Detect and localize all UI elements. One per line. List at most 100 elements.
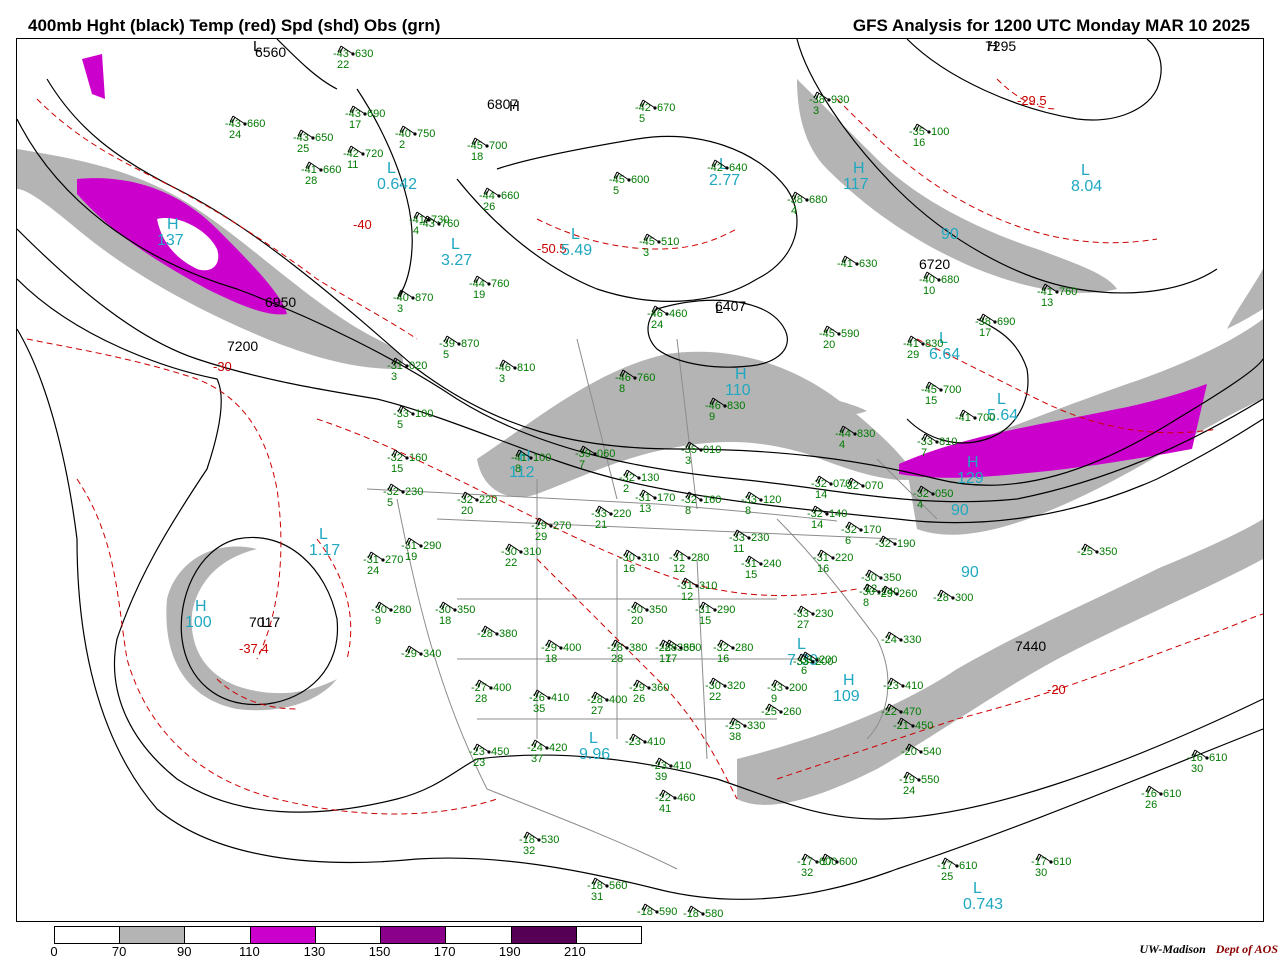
obs-height: 600 xyxy=(839,856,857,868)
obs-dewpoint-depression: 7 xyxy=(921,447,927,459)
obs-dewpoint-depression: 19 xyxy=(473,289,485,301)
temperature-contour-label: -30 xyxy=(213,359,232,374)
obs-height: 400 xyxy=(493,682,511,694)
obs-dewpoint-depression: 11 xyxy=(347,159,358,171)
station-observation: -18 590 xyxy=(637,903,677,918)
obs-dewpoint-depression: 20 xyxy=(461,505,473,517)
obs-height: 750 xyxy=(417,128,435,140)
obs-dewpoint-depression: 30 xyxy=(1035,867,1047,879)
colorbar-tick-label: 0 xyxy=(50,944,58,959)
station-observation: -33 23011 xyxy=(729,529,769,555)
station-observation: -28 40027 xyxy=(587,691,627,717)
obs-height: 690 xyxy=(367,108,385,120)
obs-height: 630 xyxy=(355,48,373,60)
obs-height: 610 xyxy=(1209,752,1227,764)
obs-dewpoint-depression: 5 xyxy=(613,185,619,197)
obs-height: 230 xyxy=(751,532,769,544)
obs-dewpoint-depression: 11 xyxy=(733,543,744,555)
obs-dewpoint-depression: 28 xyxy=(305,175,317,187)
obs-dewpoint-depression: 15 xyxy=(699,615,711,627)
obs-height: 020 xyxy=(409,360,427,372)
obs-height: 460 xyxy=(669,308,687,320)
obs-dewpoint-depression: 24 xyxy=(903,785,915,797)
speed-center-letter: L xyxy=(319,526,328,543)
obs-height: 410 xyxy=(647,736,665,748)
obs-dewpoint-depression: 7 xyxy=(579,459,585,471)
obs-dewpoint-depression: 8 xyxy=(685,505,691,517)
obs-height: 330 xyxy=(747,720,765,732)
obs-height: 160 xyxy=(409,452,427,464)
station-observation: -17 61025 xyxy=(937,857,977,883)
colorbar-segment xyxy=(250,927,316,943)
station-observation: -30 31016 xyxy=(619,549,659,575)
speed-center-letter: H xyxy=(195,598,207,615)
speed-center-value: 2.77 xyxy=(709,172,740,189)
obs-height: 410 xyxy=(673,760,691,772)
obs-height: 410 xyxy=(905,680,923,692)
obs-height: 720 xyxy=(365,148,383,160)
pressure-center-letter: L xyxy=(715,300,723,317)
station-observation: -29 27029 xyxy=(531,517,571,543)
speed-center-letter: L xyxy=(589,730,598,747)
obs-height: 140 xyxy=(829,508,847,520)
colorbar-segment xyxy=(185,927,251,943)
colorbar-segment xyxy=(315,927,382,943)
obs-dewpoint-depression: 13 xyxy=(639,503,651,515)
obs-height: 340 xyxy=(423,648,441,660)
obs-height: 320 xyxy=(727,680,745,692)
speed-center-value: 1.17 xyxy=(309,542,340,559)
obs-height: 270 xyxy=(553,520,571,532)
station-observation: -35 0103 xyxy=(681,441,721,467)
colorbar-tick-label: 130 xyxy=(303,944,326,959)
wind-speed-colorbar xyxy=(54,926,642,944)
obs-height: 100 xyxy=(533,452,551,464)
obs-height: 300 xyxy=(955,592,973,604)
obs-dewpoint-depression: 24 xyxy=(229,129,241,141)
station-observation: -40 7502 xyxy=(395,125,435,151)
station-observation: -46 46024 xyxy=(647,305,687,331)
obs-height: 400 xyxy=(563,642,581,654)
speed-center-value: 9.96 xyxy=(579,746,610,763)
obs-dewpoint-depression: 27 xyxy=(797,619,809,631)
speed-center-value: 90 xyxy=(961,564,979,581)
station-observation: -33 23027 xyxy=(793,605,833,631)
station-observation: -30 35020 xyxy=(627,601,667,627)
obs-dewpoint-depression: 16 xyxy=(913,137,925,149)
obs-height: 230 xyxy=(815,608,833,620)
obs-height: 120 xyxy=(763,494,781,506)
station-observation: -42 72011 xyxy=(343,145,383,171)
obs-height: 200 xyxy=(789,682,807,694)
obs-dewpoint-depression: 31 xyxy=(591,891,603,903)
colorbar-segment xyxy=(511,927,577,943)
obs-height: 660 xyxy=(323,164,341,176)
obs-height: 200 xyxy=(815,656,833,668)
obs-height: 530 xyxy=(541,834,559,846)
station-observation: -26 41035 xyxy=(529,689,569,715)
obs-dewpoint-depression: 22 xyxy=(505,557,517,569)
obs-height: 650 xyxy=(315,132,333,144)
credit-org: UW-Madison xyxy=(1139,942,1206,956)
station-observation: -35 10016 xyxy=(909,123,949,149)
obs-height: 760 xyxy=(441,218,459,230)
speed-center-letter: H xyxy=(967,454,979,471)
station-observation: -31 22016 xyxy=(813,549,853,575)
colorbar-tick-label: 150 xyxy=(368,944,391,959)
station-observation: -32 22020 xyxy=(457,491,497,517)
station-observation: -43 66024 xyxy=(225,115,265,141)
obs-dewpoint-depression: 12 xyxy=(673,563,685,575)
station-observation: -32 28016 xyxy=(713,639,753,665)
obs-height: 190 xyxy=(897,538,915,550)
colorbar-tick-label: 90 xyxy=(176,944,192,959)
pressure-center-letter: L xyxy=(253,39,261,55)
obs-dewpoint-depression: 2 xyxy=(623,483,629,495)
speed-center-value: 137 xyxy=(157,232,184,249)
station-observation: -31 17013 xyxy=(635,489,675,515)
speed-center-value: 129 xyxy=(957,470,984,487)
station-observation: -31 29015 xyxy=(695,601,735,627)
obs-height: 410 xyxy=(551,692,569,704)
station-observation: -41 700 xyxy=(955,409,995,424)
obs-height: 830 xyxy=(857,428,875,440)
obs-dewpoint-depression: 16 xyxy=(717,653,729,665)
speed-center-letter: H xyxy=(735,366,747,383)
obs-dewpoint-depression: 28 xyxy=(611,653,623,665)
